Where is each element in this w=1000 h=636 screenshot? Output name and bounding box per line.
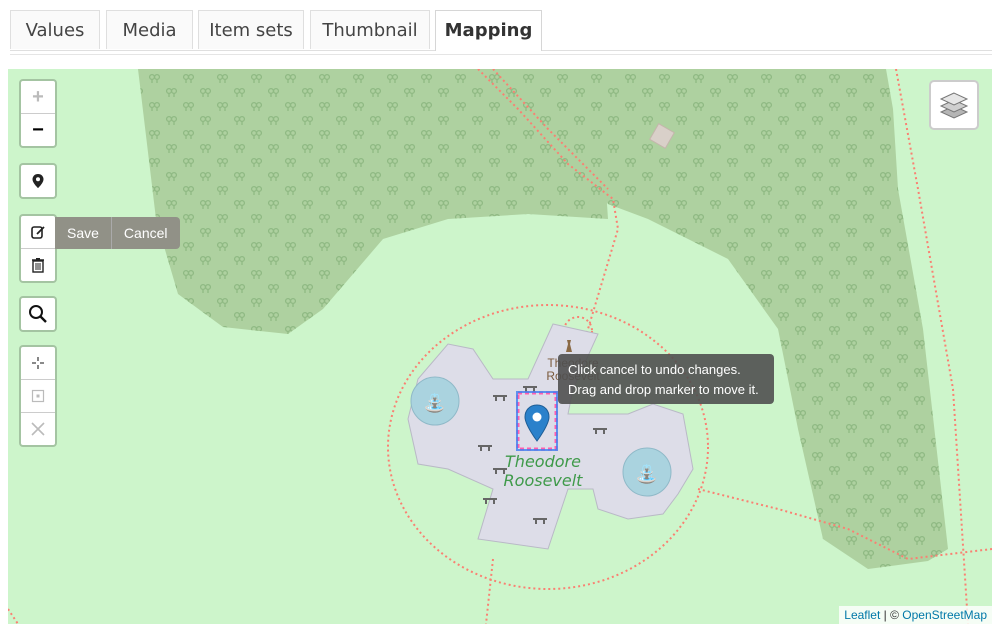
zoom-out-button[interactable]: −	[21, 114, 55, 146]
map-attribution: Leaflet | © OpenStreetMap	[839, 606, 992, 624]
tooltip-line1: Click cancel to undo changes.	[568, 362, 741, 377]
tab-item-sets[interactable]: Item sets	[198, 10, 304, 49]
cancel-button[interactable]: Cancel	[110, 217, 180, 249]
edit-actions-toolbar: Save Cancel	[55, 217, 180, 249]
layers-button[interactable]	[929, 80, 979, 130]
crosshair-icon	[32, 357, 44, 369]
edit-icon	[31, 226, 45, 239]
tab-values[interactable]: Values	[10, 10, 100, 49]
tab-bar: Values Media Item sets Thumbnail Mapping	[10, 10, 992, 51]
tab-divider	[10, 50, 992, 55]
close-icon	[31, 422, 45, 436]
fit-bounds-button[interactable]	[21, 347, 55, 380]
marker-icon	[516, 391, 558, 451]
select-area-button[interactable]	[21, 380, 55, 413]
edit-marker[interactable]	[516, 391, 558, 451]
attribution-separator: | ©	[883, 608, 899, 622]
draw-marker-button[interactable]	[21, 165, 55, 197]
trash-icon	[32, 258, 44, 273]
park-label: Theodore Roosevelt	[493, 452, 593, 490]
svg-text:⛲: ⛲	[636, 463, 658, 485]
search-button[interactable]	[21, 298, 55, 330]
zoom-in-button[interactable]: +	[21, 81, 55, 114]
openstreetmap-link[interactable]: OpenStreetMap	[902, 608, 987, 622]
park-label-line2: Roosevelt	[503, 471, 583, 490]
map-canvas[interactable]: ⛲ ⛲ Theodore Roosevelt Theodore Roosevel…	[8, 69, 992, 624]
svg-text:⛲: ⛲	[424, 392, 446, 414]
park-label-line1: Theodore	[505, 452, 581, 471]
marker-control	[19, 163, 57, 199]
delete-layers-button[interactable]	[21, 249, 55, 281]
zoom-control: + −	[19, 79, 57, 148]
save-button[interactable]: Save	[55, 217, 111, 249]
layers-icon	[939, 92, 969, 119]
edit-layers-button[interactable]	[21, 216, 55, 249]
search-icon	[29, 305, 47, 323]
edit-tooltip: Click cancel to undo changes. Drag and d…	[558, 354, 774, 404]
leaflet-link[interactable]: Leaflet	[844, 608, 880, 622]
square-select-icon	[31, 389, 45, 403]
map-pin-icon	[32, 174, 44, 188]
tab-thumbnail[interactable]: Thumbnail	[310, 10, 430, 49]
search-control	[19, 296, 57, 332]
edit-control	[19, 214, 57, 283]
map-tiles: ⛲ ⛲	[8, 69, 992, 624]
tooltip-line2: Drag and drop marker to move it.	[568, 382, 759, 397]
clear-button[interactable]	[21, 413, 55, 445]
tab-media[interactable]: Media	[106, 10, 193, 49]
statue-icon	[564, 339, 574, 353]
tab-mapping[interactable]: Mapping	[435, 10, 542, 51]
extent-control	[19, 345, 57, 447]
